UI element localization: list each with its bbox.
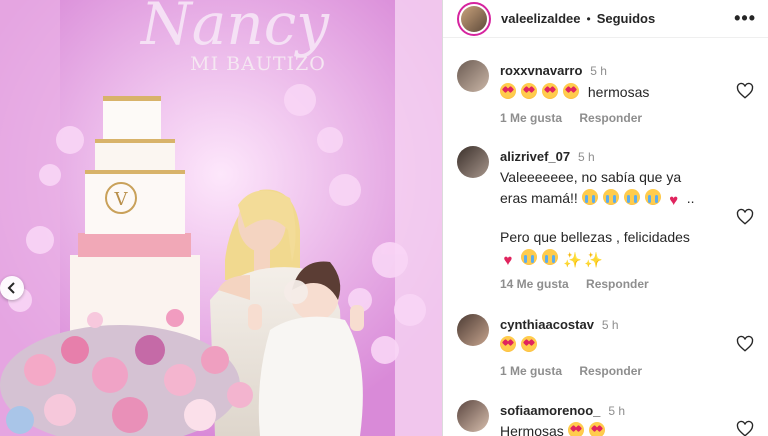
comment-text-line: eras mamá!! ♥.. [500, 188, 726, 209]
heart-eyes-emoji-icon [521, 336, 537, 352]
avatar[interactable] [457, 146, 489, 178]
crying-emoji-icon [542, 249, 558, 265]
comment-username[interactable]: alizrivef_07 [500, 149, 570, 164]
author-username[interactable]: valeelizaldee [501, 11, 581, 26]
heart-eyes-emoji-icon [521, 83, 537, 99]
follow-status-button[interactable]: Seguidos [597, 11, 656, 26]
reply-button[interactable]: Responder [579, 111, 642, 125]
red-heart-emoji-icon: ♥ [669, 192, 679, 209]
comment-time: 5 h [601, 318, 619, 332]
author-avatar[interactable] [457, 1, 491, 36]
comment-item: alizrivef_07 5 h Valeeeeeee, no sabía qu… [457, 146, 754, 296]
comment-text: hermosas [500, 82, 726, 103]
comment-text-line: ♥ ✨ ✨ [500, 248, 726, 269]
comment-meta: 1 Me gusta Responder [500, 111, 726, 125]
avatar[interactable] [457, 60, 489, 92]
comment-username[interactable]: roxxvnavarro [500, 63, 582, 78]
pink-heart-emoji-icon: ♥ [503, 252, 513, 269]
heart-outline-icon[interactable] [736, 208, 754, 226]
comment-item: sofiaamorenoo_ 5 h Hermosas [457, 400, 754, 436]
comment-text-line: Valeeeeeee, no sabía que ya [500, 169, 682, 185]
comment-item: cynthiaacostav 5 h 1 Me gusta Responder [457, 314, 754, 384]
heart-outline-icon[interactable] [736, 82, 754, 100]
comment-text-words: eras mamá!! [500, 190, 578, 206]
heart-eyes-emoji-icon [500, 336, 516, 352]
comment-text-words: hermosas [587, 84, 650, 100]
comments-panel: valeelizaldee • Seguidos ••• roxxvnavarr… [442, 0, 768, 436]
comment-item: roxxvnavarro 5 h hermosas 1 Me gusta Res… [457, 60, 754, 130]
comment-time: 5 h [578, 150, 595, 164]
heart-eyes-emoji-icon [588, 422, 605, 436]
previous-photo-button[interactable] [0, 276, 24, 300]
cake-monogram: V [114, 189, 129, 210]
heart-outline-icon[interactable] [736, 420, 754, 436]
comment-meta: 1 Me gusta Responder [500, 364, 726, 378]
sparkles-emoji-icon: ✨ [563, 252, 582, 269]
reply-button[interactable]: Responder [579, 364, 642, 378]
avatar[interactable] [457, 314, 489, 346]
comment-time: 5 h [590, 64, 607, 78]
separator-dot: • [586, 11, 591, 26]
comment-text-suffix: .. [686, 190, 695, 206]
crying-emoji-icon [521, 249, 537, 265]
heart-eyes-emoji-icon [563, 83, 579, 99]
heart-eyes-emoji-icon [500, 83, 516, 99]
photo-scene: Nancy MI BAUTIZO V [0, 0, 442, 436]
heart-outline-icon[interactable] [736, 335, 754, 353]
post-photo: Nancy MI BAUTIZO V [0, 0, 442, 436]
reply-button[interactable]: Responder [586, 277, 649, 291]
comment-text-words: Hermosas [500, 423, 564, 436]
comment-likes[interactable]: 1 Me gusta [500, 111, 562, 125]
crying-emoji-icon [623, 189, 640, 205]
comment-likes[interactable]: 1 Me gusta [500, 364, 562, 378]
sign-subtitle: MI BAUTIZO [190, 53, 326, 75]
crying-emoji-icon [581, 189, 598, 205]
comment-text: Hermosas [500, 421, 726, 436]
sparkles-emoji-icon: ✨ [584, 252, 603, 269]
avatar[interactable] [457, 400, 489, 432]
heart-eyes-emoji-icon [567, 422, 584, 436]
comment-time: 5 h [608, 404, 625, 418]
sign-title: Nancy [139, 0, 330, 58]
more-options-icon[interactable]: ••• [734, 8, 756, 29]
post-header: valeelizaldee • Seguidos ••• [443, 0, 768, 38]
comment-text [500, 335, 726, 356]
comment-username[interactable]: cynthiaacostav [500, 317, 594, 332]
comment-username[interactable]: sofiaamorenoo_ [500, 403, 600, 418]
comment-text-line: Pero que bellezas , felicidades [500, 229, 690, 245]
crying-emoji-icon [602, 189, 619, 205]
chevron-left-icon [7, 282, 15, 294]
comment-meta: 14 Me gusta Responder [500, 277, 726, 291]
crying-emoji-icon [644, 189, 661, 205]
heart-eyes-emoji-icon [542, 83, 558, 99]
comment-likes[interactable]: 14 Me gusta [500, 277, 569, 291]
